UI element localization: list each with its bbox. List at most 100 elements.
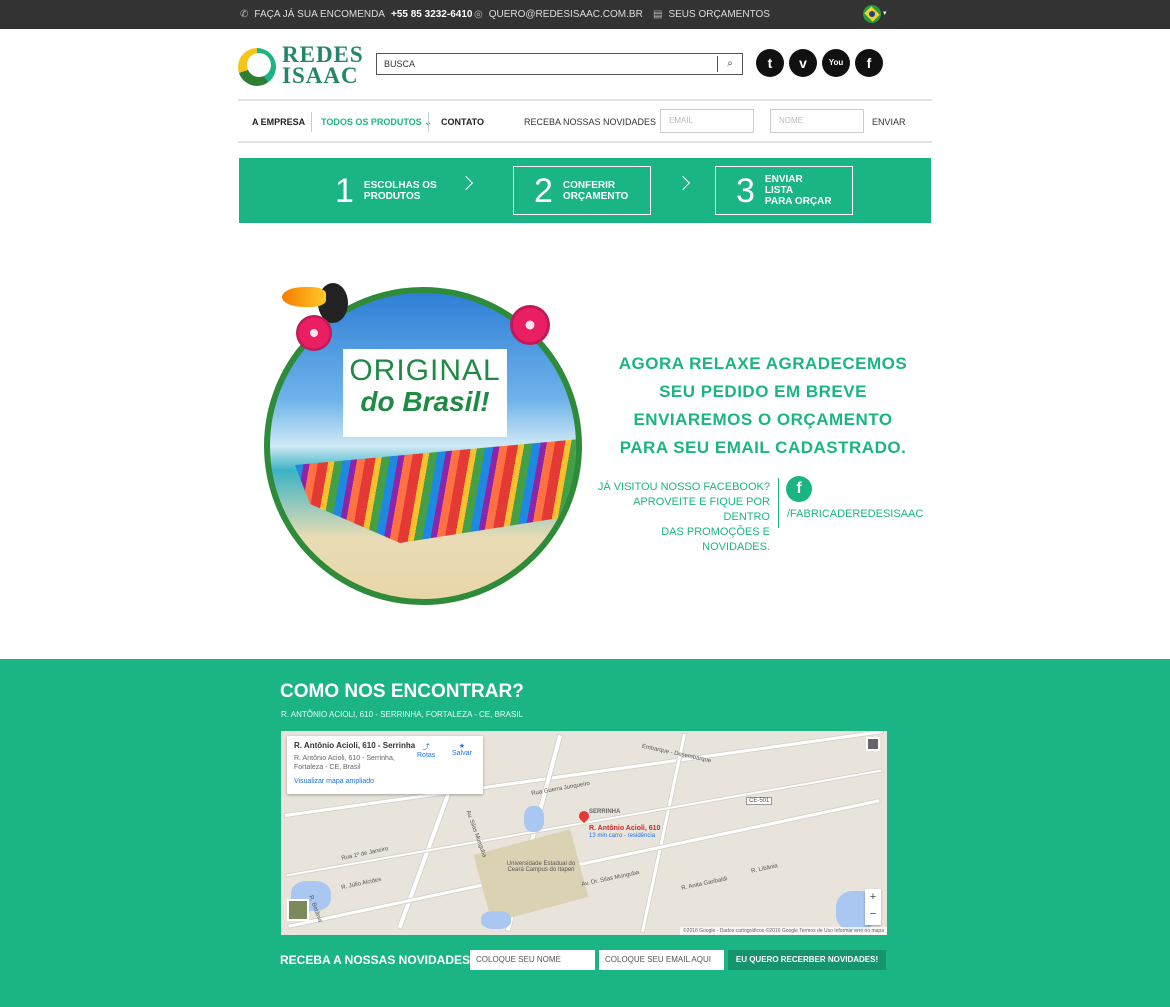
nav-item-contato[interactable]: CONTATO — [441, 117, 484, 127]
chevron-right-icon — [675, 175, 691, 191]
zoom-out-button[interactable]: − — [865, 906, 881, 923]
satellite-toggle[interactable] — [287, 899, 309, 921]
name-placeholder: NOME — [779, 116, 803, 125]
flower-icon — [510, 305, 550, 345]
save-label: Salvar — [452, 750, 472, 757]
logo-mark-icon — [238, 48, 276, 86]
newsletter-label: RECEBA NOSSAS NOVIDADES — [524, 117, 657, 127]
clipboard-icon: ▤ — [653, 9, 663, 20]
at-icon: ◎ — [474, 9, 483, 20]
send-button[interactable]: ENVIAR — [872, 117, 906, 127]
footer-newsletter-label: RECEBA A NOSSAS NOVIDADES — [280, 953, 471, 967]
search-placeholder: BUSCA — [384, 59, 416, 69]
chevron-right-icon — [458, 175, 474, 191]
nav-divider — [311, 112, 312, 132]
map-attribution: ©2016 Google - Dados cartográficos ©2016… — [680, 927, 887, 935]
site-header: REDES ISAAC BUSCA ⌕ t v You f — [238, 40, 932, 95]
vimeo-icon[interactable]: v — [789, 49, 817, 77]
map-label: CE-501 — [746, 797, 773, 805]
quotes-label: SEUS ORÇAMENTOS — [668, 9, 770, 20]
zoom-control[interactable]: + − — [865, 889, 881, 925]
step-text: ORÇAMENTO — [562, 190, 629, 202]
map-label: R. Libânia — [750, 863, 779, 875]
facebook-icon[interactable]: f — [855, 49, 883, 77]
email-contact[interactable]: ◎ QUERO@REDESISAAC.COM.BR — [474, 9, 643, 20]
footer-name-field[interactable]: COLOQUE SEU NOME — [470, 950, 595, 970]
footer-title: COMO NOS ENCONTRAR? — [280, 681, 524, 702]
step-number: 1 — [335, 171, 354, 210]
map-label: Rua Guerra Junqueiro — [530, 780, 591, 798]
info-address: R. Antônio Acioli, 610 - Serrinha, Forta… — [294, 755, 395, 771]
step-number: 3 — [736, 171, 755, 210]
nav-item-produtos-label: TODOS OS PRODUTOS — [321, 117, 422, 127]
sign-line1: ORIGINAL — [349, 354, 501, 387]
thank-you-message: AGORA RELAXE AGRADECEMOS SEU PEDIDO EM B… — [618, 354, 908, 457]
step-text: PRODUTOS — [363, 190, 421, 202]
chevron-down-icon[interactable]: ▾ — [883, 9, 887, 17]
map-label: Av. Dr. Silas Munguba — [581, 869, 640, 889]
nav-item-empresa[interactable]: A EMPRESA — [252, 117, 305, 127]
zoom-in-button[interactable]: + — [865, 889, 881, 906]
routes-label: Rotas — [417, 752, 436, 759]
logo-line1: REDES — [282, 42, 364, 67]
facebook-divider — [778, 478, 779, 528]
flower-icon — [296, 315, 332, 351]
phone-label: FAÇA JÁ SUA ENCOMENDA — [254, 9, 385, 20]
twitter-icon[interactable]: t — [756, 49, 784, 77]
save-button[interactable]: ★ Salvar — [452, 742, 472, 757]
step-text: PARA ORÇAR — [764, 196, 832, 207]
hero-image: ORIGINAL do Brasil! — [264, 279, 584, 609]
email-placeholder: EMAIL — [669, 116, 694, 125]
phone-number: +55 85 3232-6410 — [390, 9, 473, 20]
search-input[interactable]: BUSCA ⌕ — [376, 53, 743, 75]
info-title: R. Antônio Acioli, 610 - Serrinha — [294, 741, 416, 750]
order-steps: 1 ESCOLHAS OS PRODUTOS 2 CONFERIR ORÇAMENT… — [239, 158, 931, 223]
footer-name-placeholder: COLOQUE SEU NOME — [476, 955, 561, 964]
pegman-icon[interactable] — [866, 737, 880, 751]
quotes-link[interactable]: ▤ SEUS ORÇAMENTOS — [653, 9, 770, 20]
location-map[interactable]: Rua 1º de Janeiro Rua Guerra Junqueiro A… — [281, 731, 887, 935]
facebook-line2: APROVEITE E FIQUE POR DENTRO — [633, 496, 770, 523]
footer-address: R. ANTÔNIO ACIOLI, 610 - SERRINHA, FORTA… — [281, 710, 523, 719]
step-text: ESCOLHAS OS — [363, 179, 437, 191]
directions-icon: ⤴ — [422, 744, 430, 751]
original-brasil-sign: ORIGINAL do Brasil! — [343, 349, 507, 437]
step-1[interactable]: 1 ESCOLHAS OS PRODUTOS — [335, 166, 437, 215]
step-text: CONFERIR — [562, 179, 616, 191]
star-icon: ★ — [458, 743, 466, 750]
step-3[interactable]: 3 ENVIAR LISTA PARA ORÇAR — [715, 166, 853, 215]
search-icon[interactable]: ⌕ — [717, 56, 742, 72]
step-text: ENVIAR LISTA — [764, 174, 803, 196]
sign-line2: do Brasil! — [360, 386, 490, 417]
email-address: QUERO@REDESISAAC.COM.BR — [488, 9, 643, 20]
name-field[interactable]: NOME — [770, 109, 864, 133]
pin-label: R. Antônio Acioli, 610 — [589, 825, 661, 832]
nav-divider — [428, 112, 429, 132]
logo-line2: ISAAC — [282, 63, 359, 88]
nav-item-produtos[interactable]: TODOS OS PRODUTOS ⌄ — [321, 117, 432, 128]
footer-email-placeholder: COLOQUE SEU EMAIL AQUI — [605, 955, 711, 964]
email-field[interactable]: EMAIL — [660, 109, 754, 133]
map-label: R. Anita Garibaldi — [680, 876, 728, 892]
footer-email-field[interactable]: COLOQUE SEU EMAIL AQUI — [599, 950, 724, 970]
logo[interactable]: REDES ISAAC — [238, 43, 363, 92]
youtube-icon[interactable]: You — [822, 49, 850, 77]
subscribe-button[interactable]: EU QUERO RECERBER NOVIDADES! — [728, 950, 886, 970]
facebook-icon[interactable]: f — [786, 476, 812, 502]
footer: COMO NOS ENCONTRAR? R. ANTÔNIO ACIOLI, 6… — [0, 659, 1170, 1007]
enlarged-map-link[interactable]: Visualizar mapa ampliado — [294, 778, 476, 785]
phone-contact[interactable]: ✆ FAÇA JÁ SUA ENCOMENDA +55 85 3232-6410 — [240, 9, 472, 20]
main-nav: A EMPRESA TODOS OS PRODUTOS ⌄ CONTATO RE… — [238, 99, 932, 143]
phone-icon: ✆ — [240, 9, 249, 20]
pin-sublabel: 13 min carro - residência — [589, 833, 656, 839]
map-label: R. Júlio Alcides — [340, 876, 382, 892]
map-info-box: R. Antônio Acioli, 610 - Serrinha R. Ant… — [287, 736, 483, 794]
map-label: Universidade Estadual do Ceará Campus do… — [506, 861, 576, 873]
facebook-line1: JÁ VISITOU NOSSO FACEBOOK? — [597, 481, 770, 493]
top-bar: ✆ FAÇA JÁ SUA ENCOMENDA +55 85 3232-6410… — [0, 0, 1170, 29]
brazil-flag-icon[interactable] — [863, 5, 881, 23]
facebook-promo-text: JÁ VISITOU NOSSO FACEBOOK? APROVEITE E F… — [592, 480, 770, 555]
facebook-handle-link[interactable]: /FABRICADEREDESISAAC — [787, 508, 923, 520]
routes-button[interactable]: ⤴ Rotas — [417, 742, 435, 759]
step-2[interactable]: 2 CONFERIR ORÇAMENTO — [513, 166, 651, 215]
